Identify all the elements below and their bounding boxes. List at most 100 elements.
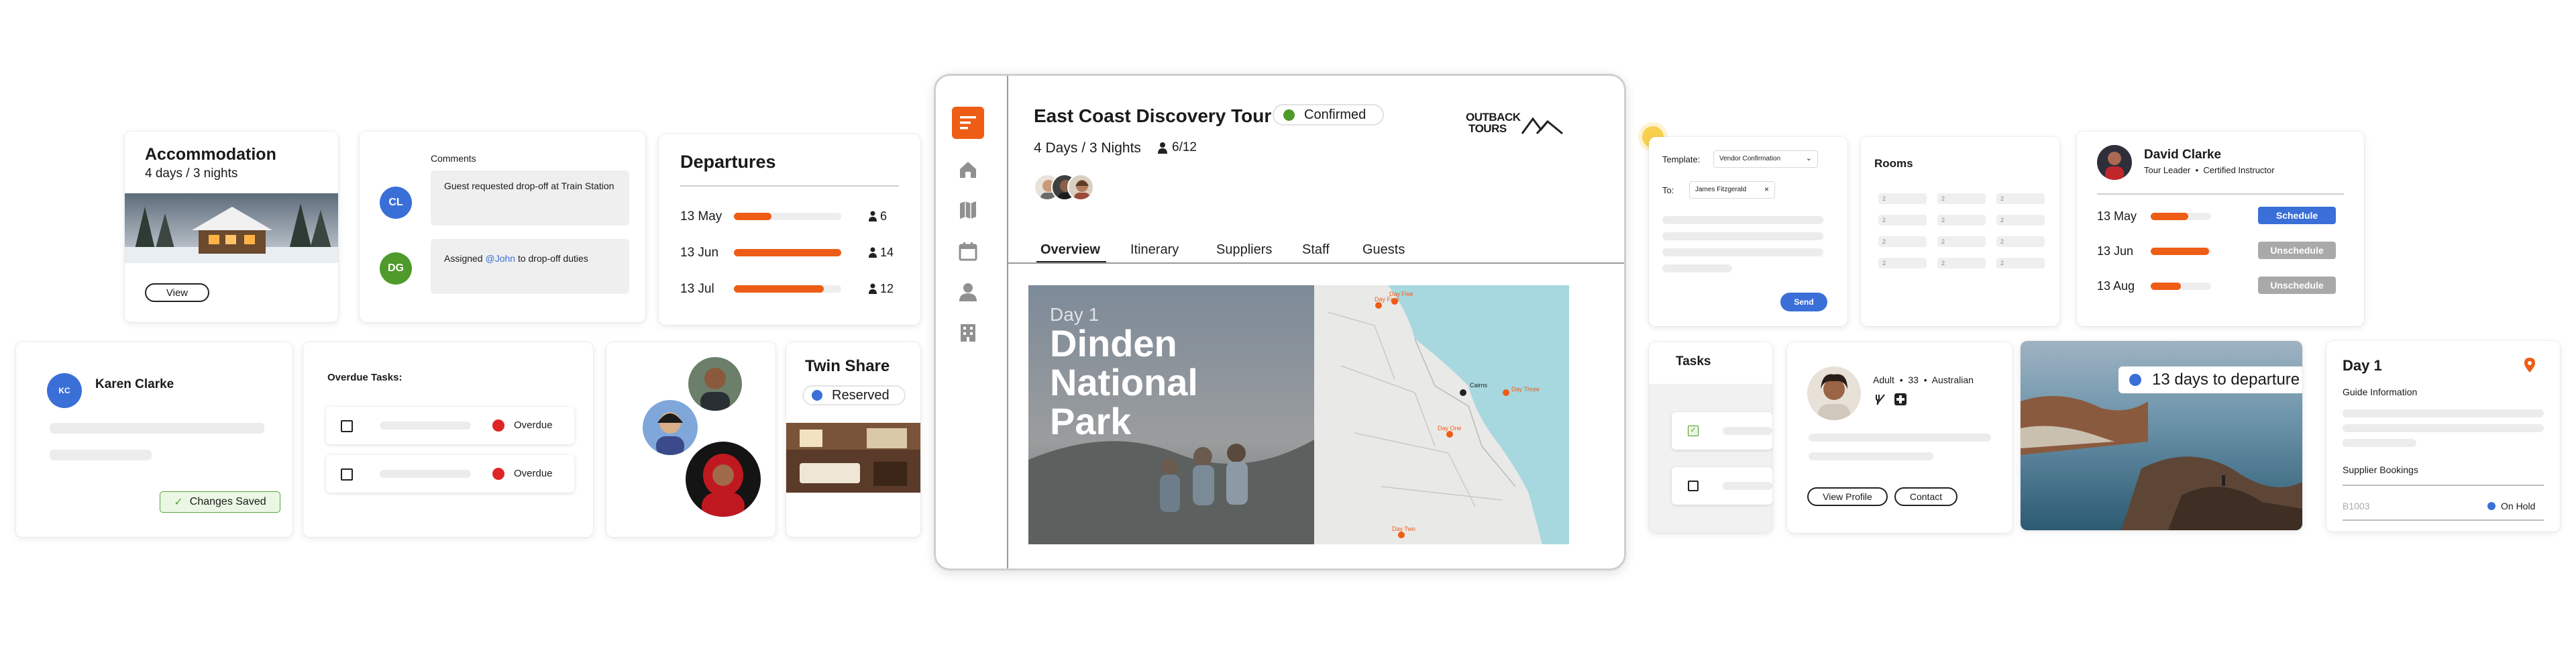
accommodation-subtitle: 4 days / 3 nights (145, 166, 238, 181)
karen-name: Karen Clarke (95, 377, 174, 391)
staff-roles: Tour Leader • Certified Instructor (2144, 165, 2275, 175)
room-cell[interactable]: 2 (1878, 236, 1927, 247)
staff-departure-row: 13 May Schedule (2097, 207, 2345, 226)
building-icon[interactable] (957, 321, 979, 343)
medical-icon (1894, 393, 1907, 405)
tab-staff[interactable]: Staff (1302, 242, 1330, 258)
booking-id: B1003 (2343, 501, 2370, 511)
map-label: Day Two (1392, 526, 1415, 532)
capacity: 6/12 (1157, 140, 1197, 155)
view-profile-button[interactable]: View Profile (1807, 487, 1888, 506)
person-icon (1158, 142, 1167, 154)
room-cell[interactable]: 2 (1996, 236, 2045, 247)
departure-row[interactable]: 13 Jul 12 (680, 282, 902, 298)
check-icon: ✓ (174, 497, 183, 508)
placeholder-line (1723, 427, 1772, 435)
room-cell[interactable]: 2 (1996, 215, 2045, 226)
template-select[interactable]: Vendor Confirmation ⌄ (1713, 150, 1818, 168)
room-cell[interactable]: 2 (1996, 258, 2045, 268)
tour-card: East Coast Discovery Tour Confirmed OUTB… (934, 74, 1626, 570)
person-avatar (688, 357, 742, 411)
day-title: Day 1 (2343, 357, 2382, 374)
tab-guests[interactable]: Guests (1362, 242, 1405, 258)
departure-count: 14 (880, 246, 894, 259)
brand-line-2: TOURS (1468, 122, 1507, 135)
send-button[interactable]: Send (1780, 293, 1827, 311)
map-icon[interactable] (957, 199, 979, 221)
departure-date: 13 May (680, 209, 722, 223)
tasks-title: Tasks (1676, 354, 1711, 368)
karen-avatar: KC (47, 373, 82, 408)
mention-link[interactable]: @John (485, 253, 515, 264)
place-line-1: Dinden (1050, 322, 1177, 364)
room-cell[interactable]: 2 (1937, 193, 1986, 204)
app-logo-icon[interactable] (952, 107, 984, 139)
room-cell[interactable]: 2 (1878, 258, 1927, 268)
staff-bar-fill (2151, 283, 2181, 290)
route-map[interactable]: Day Four Day Five Cairns Day Three Day O… (1314, 285, 1569, 544)
departure-count: 12 (880, 282, 894, 295)
contact-button[interactable]: Contact (1894, 487, 1957, 506)
checked-checkbox[interactable]: ✓ (1688, 426, 1699, 436)
tab-itinerary[interactable]: Itinerary (1130, 242, 1179, 258)
map-label: Day Three (1511, 386, 1540, 393)
recipient-chip[interactable]: James Fitzgerald × (1689, 181, 1775, 199)
staff-departure-date: 13 Aug (2097, 279, 2135, 293)
task-checkbox[interactable] (341, 420, 353, 432)
departure-bar (734, 285, 841, 293)
departure-bar-fill (734, 249, 841, 256)
comments-title: Comments (431, 153, 476, 164)
divider (680, 185, 899, 187)
person-avatar (686, 442, 761, 517)
task-row: Overdue (326, 455, 574, 493)
departure-date: 13 Jun (680, 246, 719, 260)
calendar-icon[interactable] (957, 241, 979, 262)
room-cell[interactable]: 2 (1878, 215, 1927, 226)
supplier-label: Supplier Bookings (2343, 464, 2418, 475)
schedule-button[interactable]: Schedule (2258, 207, 2336, 224)
task-checkbox[interactable] (341, 468, 353, 481)
person-icon (868, 211, 877, 225)
room-cell[interactable]: 2 (1878, 193, 1927, 204)
guest-card: Adult • 33 • Australian View Profile Con… (1787, 342, 2012, 533)
vendor-email-card: Template: Vendor Confirmation ⌄ To: Jame… (1649, 137, 1847, 326)
karen-card: KC Karen Clarke ✓ Changes Saved (16, 342, 292, 537)
task-item: ✓ (1672, 412, 1772, 450)
user-icon[interactable] (957, 281, 979, 303)
comment-avatar-cl: CL (380, 187, 412, 219)
tab-suppliers[interactable]: Suppliers (1216, 242, 1272, 258)
comment-avatar-dg: DG (380, 252, 412, 285)
home-icon[interactable] (957, 159, 979, 181)
tab-overview[interactable]: Overview (1040, 242, 1100, 258)
comments-card: Comments CL Guest requested drop-off at … (360, 132, 645, 322)
overdue-title: Overdue Tasks: (327, 372, 402, 383)
room-cell[interactable]: 2 (1937, 236, 1986, 247)
departure-row[interactable]: 13 Jun 14 (680, 246, 902, 262)
twin-share-card: Twin Share Reserved (786, 342, 920, 537)
staff-name: David Clarke (2144, 148, 2222, 162)
room-cell[interactable]: 2 (1996, 193, 2045, 204)
schedule-button[interactable]: Unschedule (2258, 277, 2336, 294)
task-checkbox[interactable] (1688, 481, 1699, 491)
status-dot (2129, 374, 2141, 386)
placeholder-line (2343, 439, 2416, 447)
accommodation-title: Accommodation (145, 145, 276, 164)
place-line-2: National (1050, 361, 1198, 403)
schedule-button[interactable]: Unschedule (2258, 242, 2336, 259)
placeholder-line (1809, 434, 1991, 442)
place-line-3: Park (1050, 400, 1132, 442)
changes-saved-badge: ✓ Changes Saved (160, 491, 280, 513)
departures-title: Departures (680, 152, 776, 172)
dietary-icon (1874, 393, 1886, 405)
departure-row[interactable]: 13 May 6 (680, 209, 902, 226)
close-icon[interactable]: × (1764, 185, 1769, 194)
room-cell[interactable]: 2 (1937, 258, 1986, 268)
accommodation-view-button[interactable]: View (145, 283, 209, 302)
staff-departure-date: 13 May (2097, 209, 2137, 223)
placeholder-line (1662, 264, 1732, 272)
room-cell[interactable]: 2 (1937, 215, 1986, 226)
tour-title: East Coast Discovery Tour (1034, 105, 1272, 126)
status-dot (1283, 109, 1295, 121)
twin-share-title: Twin Share (805, 357, 890, 375)
staff-bar (2151, 283, 2211, 290)
